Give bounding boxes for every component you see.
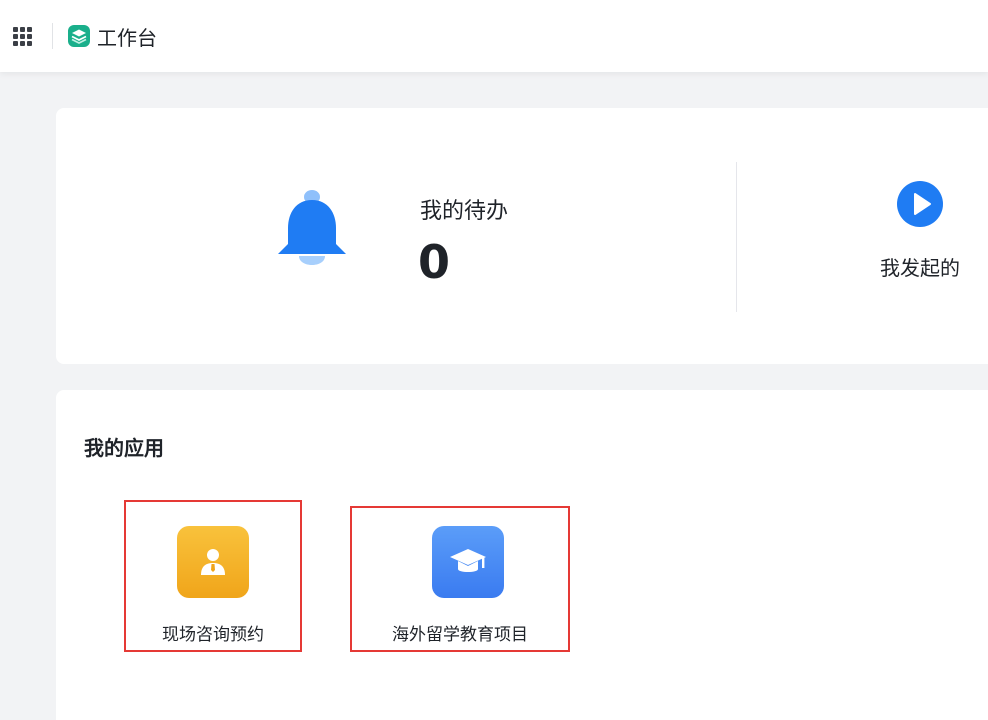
my-apps-title: 我的应用: [84, 436, 164, 460]
grid-menu-icon[interactable]: [10, 24, 34, 48]
initiated-label: 我发起的: [880, 256, 960, 280]
bell-icon: [278, 190, 346, 265]
divider: [52, 23, 53, 49]
todo-count[interactable]: 0: [418, 232, 450, 292]
play-circle-icon: [897, 181, 943, 227]
workbench-logo-icon: [68, 25, 90, 47]
app-tile-overseas-study[interactable]: 海外留学教育项目: [350, 506, 570, 652]
app-label: 现场咨询预约: [162, 625, 264, 645]
initiated-by-me-button[interactable]: 我发起的: [860, 180, 980, 281]
workbench-brand[interactable]: 工作台: [67, 22, 157, 51]
todo-summary-card: [56, 108, 988, 364]
graduation-cap-icon: [432, 526, 504, 598]
app-label: 海外留学教育项目: [392, 625, 528, 645]
app-title: 工作台: [97, 25, 157, 50]
vertical-divider: [736, 162, 737, 312]
consultant-icon: [177, 526, 249, 598]
app-tile-onsite-consultation[interactable]: 现场咨询预约: [124, 500, 302, 652]
todo-title: 我的待办: [420, 199, 509, 224]
top-bar: 工作台: [0, 0, 988, 72]
